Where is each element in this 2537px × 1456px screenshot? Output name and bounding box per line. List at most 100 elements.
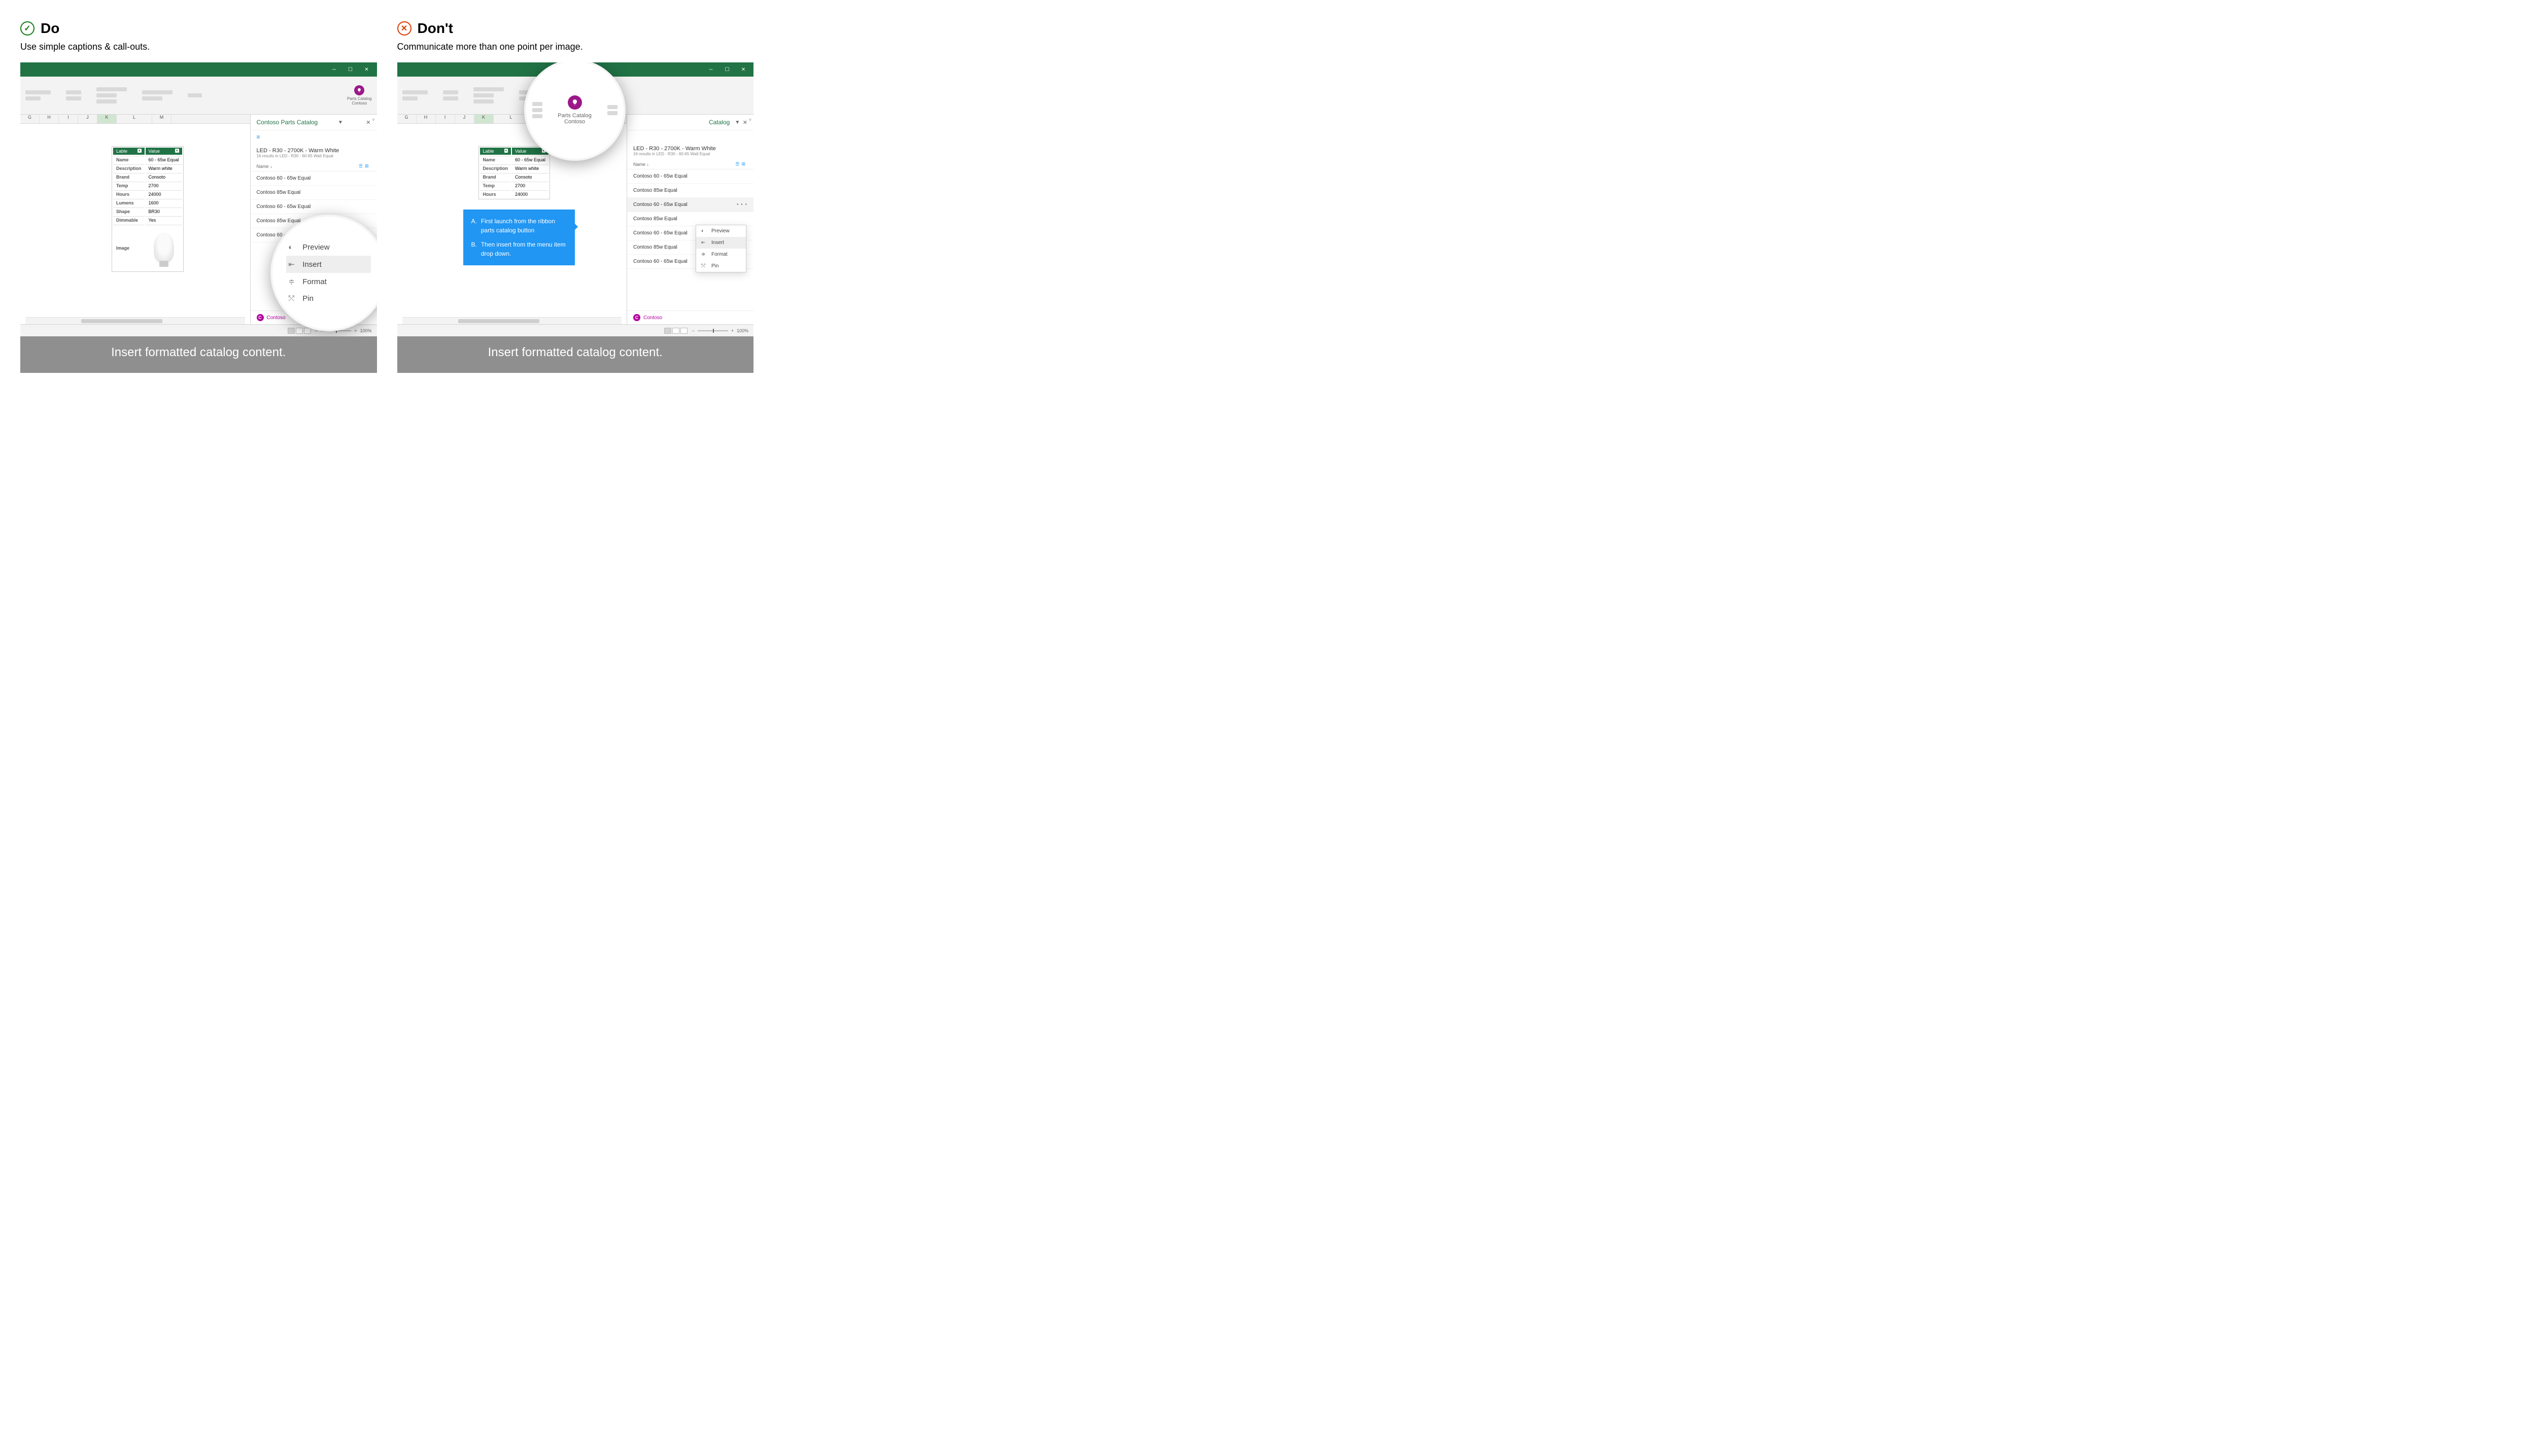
page-layout-view-icon[interactable] (672, 328, 679, 334)
list-item[interactable]: Contoso 85w Equal (627, 212, 753, 226)
insert-icon: ⇤ (701, 240, 707, 246)
close-button[interactable]: ✕ (360, 64, 374, 75)
table-header-value[interactable]: Value▾ (146, 148, 182, 155)
close-button[interactable]: ✕ (736, 64, 750, 75)
column-header[interactable]: L (117, 115, 152, 123)
minimize-button[interactable]: ─ (704, 64, 718, 75)
column-header[interactable]: H (40, 115, 59, 123)
menu-pin[interactable]: ⤲Pin (286, 290, 371, 307)
column-header[interactable]: M (152, 115, 172, 123)
hamburger-menu-icon[interactable]: ≡ (251, 130, 377, 144)
page-break-view-icon[interactable] (304, 328, 311, 334)
page-break-view-icon[interactable] (680, 328, 688, 334)
taskpane-close-icon[interactable]: ✕ (743, 119, 747, 126)
sort-label[interactable]: Name (633, 162, 645, 167)
task-pane: Catalog ▼ ✕ LED - R30 - 2700K - Warm Whi… (627, 115, 753, 324)
table-row: ShapeBR30 (113, 207, 182, 215)
pin-icon: ⤲ (701, 263, 707, 269)
minimize-button[interactable]: ─ (327, 64, 341, 75)
horizontal-scrollbar[interactable] (402, 317, 622, 324)
preview-icon: ◐ (288, 243, 296, 252)
table-header-label[interactable]: Lable▾ (113, 148, 145, 155)
zoom-out-icon[interactable]: − (692, 328, 694, 333)
list-item[interactable]: Contoso 60 - 65w Equal (251, 200, 377, 214)
taskpane-dropdown-icon[interactable]: ▼ (735, 120, 742, 125)
dont-card: ─ ☐ ✕ ˅ G H (397, 62, 754, 373)
list-item[interactable]: Contoso 60 - 65w Equal• • • (627, 198, 753, 212)
search-result-count: 16 results in LED - R30 - 60-65 Watt Equ… (627, 152, 753, 159)
sort-arrow-icon[interactable]: ↓ (647, 162, 649, 167)
ribbon: Parts Catalog Contoso ˅ (20, 77, 377, 115)
list-view-icon[interactable]: ☰ (735, 161, 741, 166)
collapse-ribbon-icon[interactable]: ˅ (749, 117, 751, 122)
column-header[interactable]: G (397, 115, 417, 123)
zoom-level[interactable]: 100% (737, 328, 748, 333)
collapse-ribbon-icon[interactable]: ˅ (372, 117, 374, 122)
dont-subtitle: Communicate more than one point per imag… (397, 42, 754, 52)
callout-b-prefix: B. (471, 240, 477, 258)
column-header[interactable]: L (494, 115, 529, 123)
addin-label-2: Contoso (558, 119, 592, 125)
grid-view-icon[interactable]: ⊞ (741, 161, 747, 166)
more-icon[interactable]: • • • (737, 202, 747, 207)
column-header[interactable]: I (436, 115, 455, 123)
zoom-in-icon[interactable]: + (354, 328, 357, 333)
list-item[interactable]: Contoso 60 - 65w Equal (251, 171, 377, 186)
column-header[interactable]: K (97, 115, 117, 123)
table-row: Temp2700 (113, 182, 182, 189)
normal-view-icon[interactable] (288, 328, 295, 334)
menu-format[interactable]: ≑Format (286, 273, 371, 290)
zoom-in-icon[interactable]: + (731, 328, 734, 333)
sort-label[interactable]: Name (257, 164, 269, 169)
do-panel: ✓ Do Use simple captions & call-outs. ─ … (20, 20, 377, 373)
addin-label-1: Parts Catalog (347, 96, 371, 101)
callout-b: Then insert from the menu item drop down… (481, 240, 567, 258)
taskpane-footer[interactable]: C Contoso (627, 310, 753, 324)
filter-dropdown-icon[interactable]: ▾ (175, 149, 179, 153)
grid-view-icon[interactable]: ⊞ (365, 163, 371, 168)
menu-format[interactable]: ≑Format (696, 249, 746, 260)
callout-steps: A.First launch from the ribbon parts cat… (463, 210, 575, 265)
column-header[interactable]: J (455, 115, 474, 123)
check-circle-icon: ✓ (20, 21, 35, 36)
table-header-label[interactable]: Lable▾ (480, 148, 511, 155)
column-header[interactable]: I (59, 115, 78, 123)
table-row: Name60 - 65w Equal (480, 156, 549, 163)
column-header[interactable]: G (20, 115, 40, 123)
list-item[interactable]: Contoso 85w Equal (251, 186, 377, 200)
list-item[interactable]: Contoso 85w Equal (627, 184, 753, 198)
taskpane-title: Catalog (709, 119, 730, 126)
zoom-level[interactable]: 100% (360, 328, 371, 333)
menu-insert[interactable]: ⇤Insert (286, 256, 371, 273)
do-card: ─ ☐ ✕ Parts Catalog (20, 62, 377, 373)
zoom-slider[interactable] (698, 330, 728, 331)
menu-pin[interactable]: ⤲Pin (696, 260, 746, 272)
list-item[interactable]: Contoso 60 - 65w Equal (627, 169, 753, 184)
filter-dropdown-icon[interactable]: ▾ (138, 149, 142, 153)
menu-preview[interactable]: ◐Preview (696, 225, 746, 237)
parts-catalog-ribbon-button[interactable]: Parts Catalog Contoso (347, 85, 371, 106)
column-header[interactable]: H (417, 115, 436, 123)
excel-window: ─ ☐ ✕ ˅ G H (397, 62, 754, 336)
search-result-count: 16 results in LED - R30 - 60-65 Watt Equ… (251, 154, 377, 161)
taskpane-close-icon[interactable]: ✕ (366, 119, 370, 126)
bulb-image (154, 232, 174, 263)
column-header[interactable]: K (474, 115, 494, 123)
spreadsheet-grid[interactable]: G H I J K L M Lable▾ V (20, 115, 250, 324)
normal-view-icon[interactable] (664, 328, 671, 334)
column-header[interactable]: J (78, 115, 97, 123)
table-row: DescriptionWarm white (480, 164, 549, 172)
sort-arrow-icon[interactable]: ↓ (270, 164, 272, 169)
taskpane-dropdown-icon[interactable]: ▼ (338, 120, 346, 125)
menu-preview[interactable]: ◐Preview (286, 239, 371, 256)
do-subtitle: Use simple captions & call-outs. (20, 42, 377, 52)
filter-dropdown-icon[interactable]: ▾ (504, 149, 508, 153)
horizontal-scrollbar[interactable] (25, 317, 245, 324)
list-view-icon[interactable]: ☰ (359, 163, 365, 168)
maximize-button[interactable]: ☐ (720, 64, 734, 75)
dont-caption: Insert formatted catalog content. (397, 336, 754, 373)
page-layout-view-icon[interactable] (296, 328, 303, 334)
maximize-button[interactable]: ☐ (344, 64, 358, 75)
dont-panel: ✕ Don't Communicate more than one point … (397, 20, 754, 373)
menu-insert[interactable]: ⇤Insert (696, 237, 746, 249)
